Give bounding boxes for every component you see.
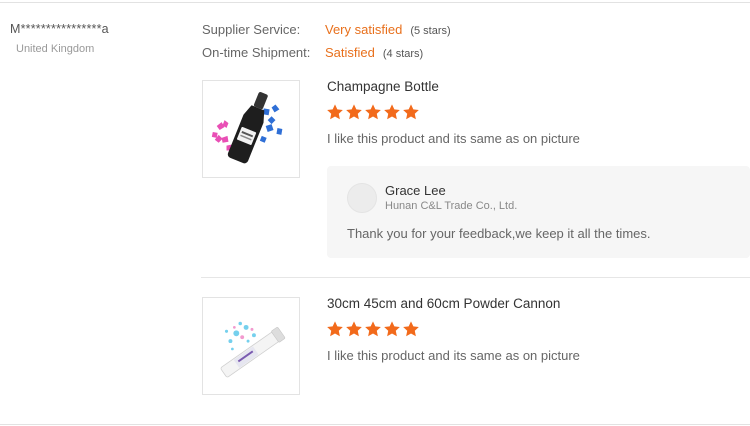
reply-author-name: Grace Lee xyxy=(385,183,446,198)
star-icon xyxy=(346,321,362,337)
star-icon xyxy=(327,104,343,120)
product-title[interactable]: Champagne Bottle xyxy=(327,79,439,94)
on-time-shipment-rating: On-time Shipment: Satisfied (4 stars) xyxy=(202,45,423,60)
rating-stars-text: (4 stars) xyxy=(382,48,424,60)
product-title[interactable]: 30cm 45cm and 60cm Powder Cannon xyxy=(327,296,560,311)
review-text: I like this product and its same as on p… xyxy=(327,131,580,146)
star-icon xyxy=(403,321,419,337)
star-icon xyxy=(327,321,343,337)
review-divider xyxy=(201,277,750,278)
reply-text: Thank you for your feedback,we keep it a… xyxy=(347,226,651,241)
review-text: I like this product and its same as on p… xyxy=(327,348,580,363)
review-star-rating xyxy=(326,103,420,121)
review-star-rating xyxy=(326,320,420,338)
supplier-reply: Grace Lee Hunan C&L Trade Co., Ltd. Than… xyxy=(327,166,750,258)
top-divider xyxy=(0,2,750,3)
supplier-service-rating: Supplier Service: Very satisfied (5 star… xyxy=(202,22,451,37)
star-icon xyxy=(346,104,362,120)
rating-label: Supplier Service: xyxy=(202,22,301,37)
rating-label: On-time Shipment: xyxy=(202,45,311,60)
reply-company: Hunan C&L Trade Co., Ltd. xyxy=(385,200,518,212)
rating-value: Very satisfied xyxy=(325,22,403,37)
star-icon xyxy=(365,104,381,120)
star-icon xyxy=(384,321,400,337)
rating-value: Satisfied xyxy=(325,45,375,60)
avatar xyxy=(347,183,377,213)
rating-stars-text: (5 stars) xyxy=(410,25,451,37)
star-icon xyxy=(403,104,419,120)
star-icon xyxy=(365,321,381,337)
champagne-bottle-image[interactable] xyxy=(202,80,300,178)
bottom-divider xyxy=(0,424,750,425)
buyer-name: M****************a xyxy=(10,22,109,36)
star-icon xyxy=(384,104,400,120)
powder-cannon-image[interactable] xyxy=(202,297,300,395)
buyer-country: United Kingdom xyxy=(16,43,95,55)
